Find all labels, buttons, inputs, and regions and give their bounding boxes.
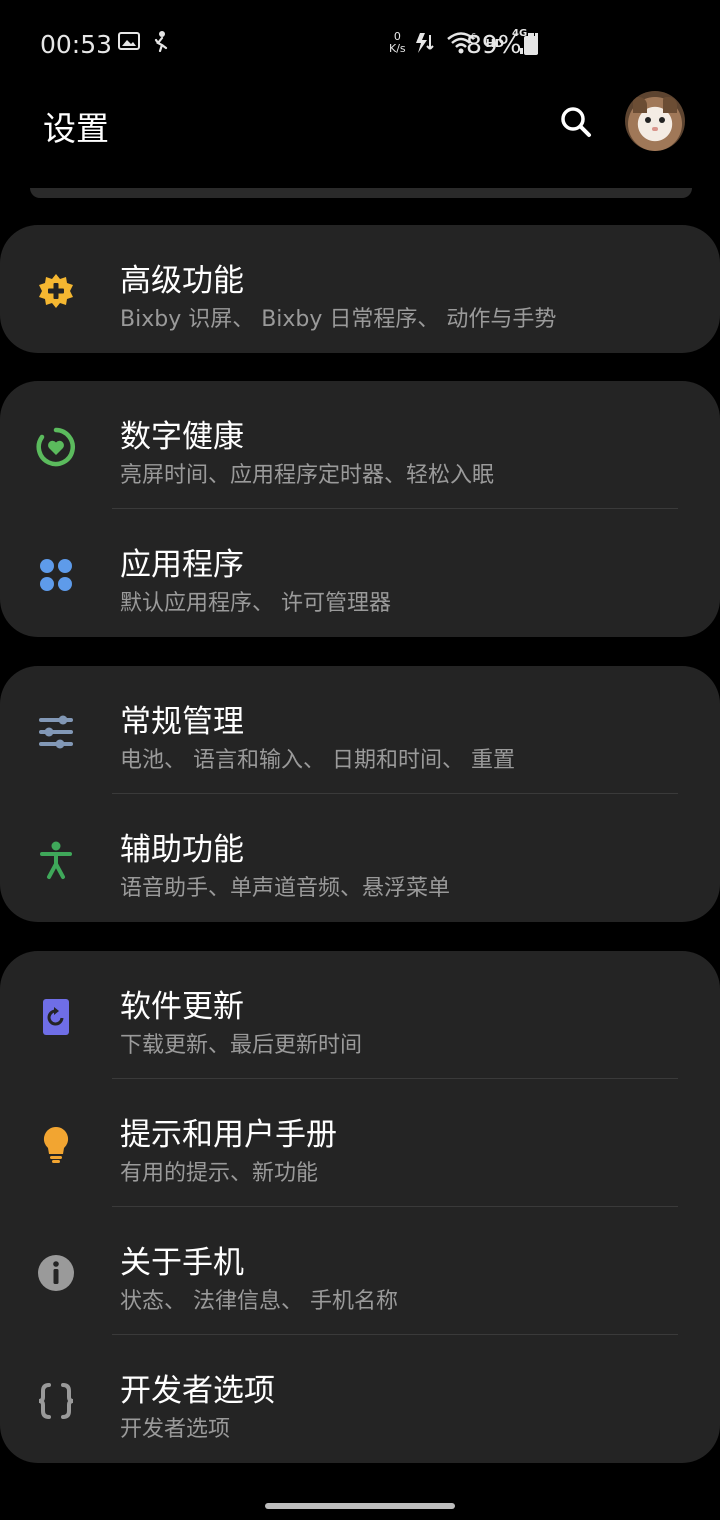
- settings-item-digital-wellbeing[interactable]: 数字健康 亮屏时间、应用程序定时器、轻松入眠: [0, 381, 720, 509]
- item-title: 开发者选项: [120, 1373, 275, 1409]
- general-management-icon: [36, 712, 76, 752]
- developer-options-icon: [36, 1381, 76, 1421]
- software-update-icon: [36, 997, 76, 1037]
- item-title: 应用程序: [120, 547, 244, 583]
- settings-item-software-update[interactable]: 软件更新 下载更新、最后更新时间: [0, 951, 720, 1079]
- avatar-eye: [645, 117, 651, 123]
- item-title: 提示和用户手册: [120, 1117, 337, 1153]
- status-time: 00:53: [40, 30, 113, 59]
- item-subtitle: 有用的提示、新功能: [120, 1161, 319, 1186]
- settings-item-developer-options[interactable]: 开发者选项 开发者选项: [0, 1335, 720, 1463]
- item-title: 常规管理: [120, 704, 244, 740]
- item-subtitle: Bixby 识屏、 Bixby 日常程序、 动作与手势: [120, 307, 557, 332]
- settings-item-tips-user-manual[interactable]: 提示和用户手册 有用的提示、新功能: [0, 1079, 720, 1207]
- avatar-ear: [633, 97, 647, 113]
- item-subtitle: 语音助手、单声道音频、悬浮菜单: [120, 876, 451, 901]
- settings-card: 数字健康 亮屏时间、应用程序定时器、轻松入眠 应用程序 默认应用程序、 许可管理…: [0, 381, 720, 637]
- digital-wellbeing-icon: [36, 427, 76, 467]
- apps-icon: [36, 555, 76, 595]
- about-phone-info-icon: [36, 1253, 76, 1293]
- net-speed-unit: K/s: [389, 42, 406, 55]
- page-title: 设置: [43, 109, 109, 148]
- gallery-icon: [118, 32, 140, 50]
- advanced-features-icon: [36, 271, 76, 311]
- avatar-nose: [652, 127, 658, 131]
- settings-item-accessibility[interactable]: 辅助功能 语音助手、单声道音频、悬浮菜单: [0, 794, 720, 922]
- notification-icons: [118, 30, 172, 52]
- settings-item-about-phone[interactable]: 关于手机 状态、 法律信息、 手机名称: [0, 1207, 720, 1335]
- item-title: 辅助功能: [120, 832, 244, 868]
- settings-header: 设置: [0, 90, 720, 160]
- item-subtitle: 电池、 语言和输入、 日期和时间、 重置: [120, 748, 515, 773]
- item-subtitle: 默认应用程序、 许可管理器: [120, 591, 391, 616]
- accessibility-icon: [36, 840, 76, 880]
- item-title: 关于手机: [120, 1245, 244, 1281]
- settings-card: 常规管理 电池、 语言和输入、 日期和时间、 重置 辅助功能 语音助手、单声道音…: [0, 666, 720, 922]
- status-bar: 00:53 0 K/s 6 HD 4G 89%: [0, 0, 720, 90]
- search-button[interactable]: [556, 102, 596, 142]
- search-icon: [561, 107, 591, 137]
- item-title: 数字健康: [120, 419, 244, 455]
- avatar-ear: [663, 97, 677, 113]
- item-title: 高级功能: [120, 263, 244, 299]
- home-indicator[interactable]: [265, 1503, 455, 1509]
- previous-card-edge: [30, 188, 692, 198]
- tips-lightbulb-icon: [36, 1125, 76, 1165]
- settings-card: 软件更新 下载更新、最后更新时间 提示和用户手册 有用的提示、新功能 关于手机 …: [0, 951, 720, 1463]
- item-subtitle: 下载更新、最后更新时间: [120, 1033, 363, 1058]
- avatar-eye: [659, 117, 665, 123]
- net-speed: 0 K/s: [389, 31, 406, 55]
- settings-item-apps[interactable]: 应用程序 默认应用程序、 许可管理器: [0, 509, 720, 637]
- settings-card: 高级功能 Bixby 识屏、 Bixby 日常程序、 动作与手势: [0, 225, 720, 353]
- fitness-icon: [154, 31, 168, 52]
- item-subtitle: 状态、 法律信息、 手机名称: [120, 1289, 398, 1314]
- battery-icon: [524, 33, 538, 55]
- battery-percent: 89%: [466, 30, 522, 59]
- item-subtitle: 亮屏时间、应用程序定时器、轻松入眠: [120, 463, 495, 488]
- item-subtitle: 开发者选项: [120, 1417, 231, 1442]
- settings-item-general-management[interactable]: 常规管理 电池、 语言和输入、 日期和时间、 重置: [0, 666, 720, 794]
- settings-item-advanced-features[interactable]: 高级功能 Bixby 识屏、 Bixby 日常程序、 动作与手势: [0, 225, 720, 353]
- profile-avatar[interactable]: [625, 91, 685, 151]
- item-title: 软件更新: [120, 989, 244, 1025]
- data-transfer-icon: [415, 33, 434, 53]
